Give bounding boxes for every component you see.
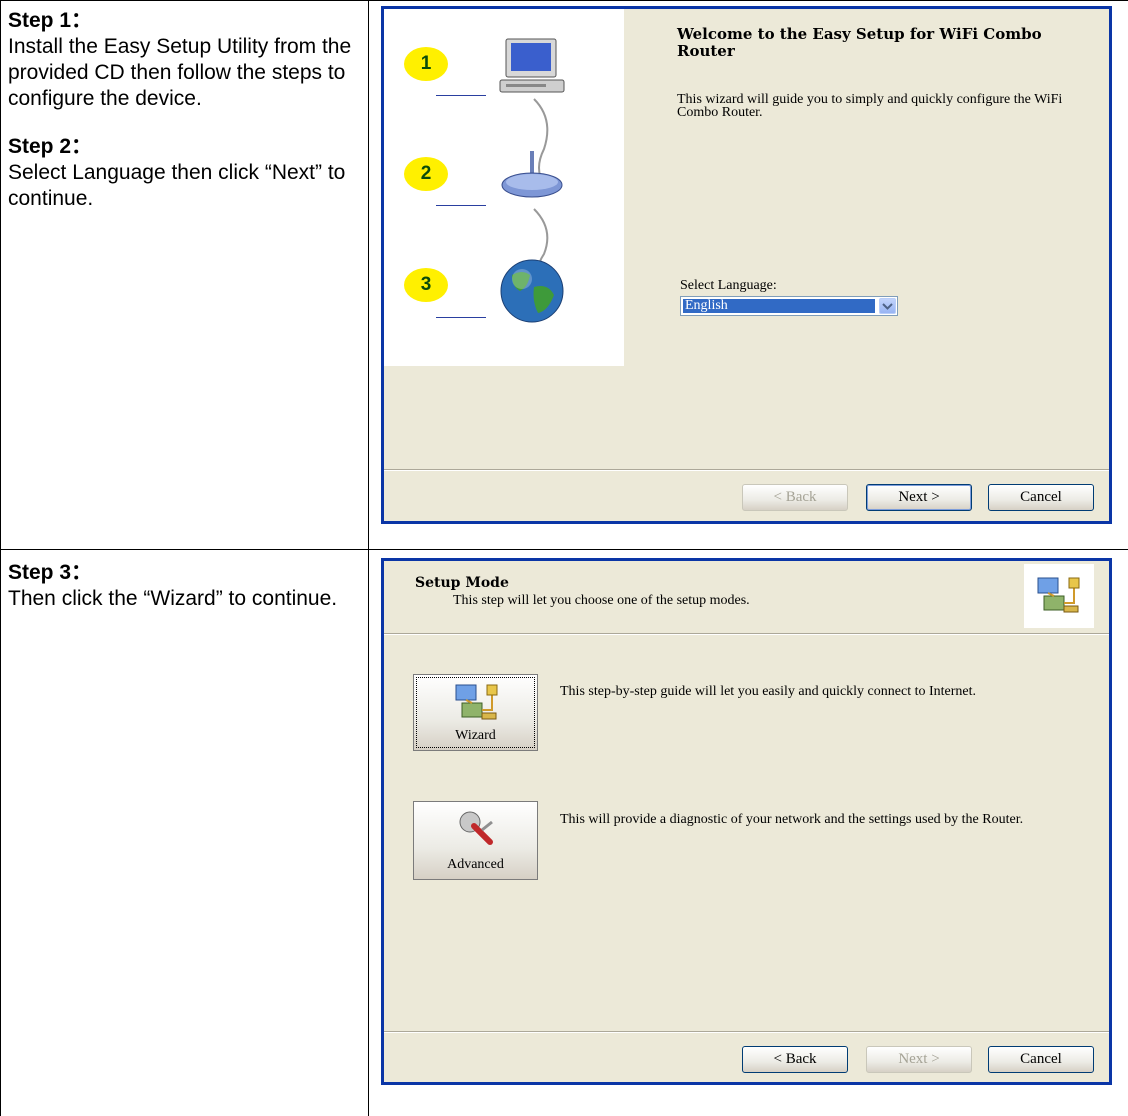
- step-2-text: Select Language then click “Next” to con…: [8, 161, 346, 210]
- step-badge-2: 2: [404, 157, 448, 191]
- advanced-description: This will provide a diagnostic of your n…: [560, 812, 1024, 827]
- table-divider-horizontal: [0, 549, 1128, 550]
- step-3-heading: Step 3：: [8, 561, 93, 584]
- welcome-title: Welcome to the Easy Setup for WiFi Combo…: [677, 25, 1042, 60]
- next-button[interactable]: Next >: [866, 484, 972, 511]
- table-border-left: [0, 0, 1, 1116]
- cancel-button[interactable]: Cancel: [988, 1046, 1094, 1073]
- advanced-mode-button[interactable]: Advanced: [413, 801, 538, 880]
- step-1-heading: Step 1：: [8, 9, 93, 32]
- language-select[interactable]: English: [680, 296, 898, 316]
- setup-mode-title: Setup Mode: [415, 575, 509, 591]
- welcome-description: This wizard will guide you to simply and…: [677, 92, 1063, 120]
- instructions-step-3: Step 3： Then click the “Wizard” to conti…: [8, 560, 363, 612]
- step-badge-3: 3: [404, 268, 448, 302]
- step-2-heading: Step 2：: [8, 135, 93, 158]
- chevron-down-icon[interactable]: [879, 298, 896, 314]
- computer-icon: [499, 38, 565, 93]
- wizard-button-label: Wizard: [455, 728, 496, 743]
- back-button[interactable]: < Back: [742, 484, 848, 511]
- wizard-mode-button[interactable]: Wizard: [413, 674, 538, 751]
- dialog-separator: [384, 1031, 1109, 1033]
- step-1-text: Install the Easy Setup Utility from the …: [8, 35, 352, 110]
- step-badge-1: 1: [404, 47, 448, 81]
- language-label: Select Language:: [680, 278, 777, 293]
- header-separator: [384, 633, 1109, 635]
- wrench-icon: [459, 811, 493, 845]
- setup-mode-dialog: Setup Mode This step will let you choose…: [381, 558, 1112, 1085]
- cancel-button[interactable]: Cancel: [988, 484, 1094, 511]
- setup-mode-subtitle: This step will let you choose one of the…: [453, 593, 750, 608]
- badge-underline-2: [436, 205, 486, 206]
- badge-underline-3: [436, 317, 486, 318]
- router-icon: [501, 151, 563, 198]
- wizard-illustration-panel: 1 2 3: [384, 9, 624, 366]
- advanced-button-label: Advanced: [447, 857, 504, 872]
- back-button[interactable]: < Back: [742, 1046, 848, 1073]
- next-button[interactable]: Next >: [866, 1046, 972, 1073]
- step-3-text: Then click the “Wizard” to continue.: [8, 587, 338, 610]
- language-selected-value: English: [683, 299, 875, 313]
- badge-underline-1: [436, 95, 486, 96]
- network-header-icon-box: [1024, 564, 1094, 628]
- instructions-step-1-2: Step 1： Install the Easy Setup Utility f…: [8, 8, 363, 212]
- dialog-separator: [384, 469, 1109, 471]
- table-border-top: [0, 0, 1128, 1]
- welcome-dialog: 1 2 3 Welcome to the Easy Setup for WiFi…: [381, 6, 1112, 524]
- network-icon: [1037, 577, 1080, 613]
- globe-icon: [500, 259, 564, 323]
- wizard-description: This step-by-step guide will let you eas…: [560, 684, 977, 699]
- network-icon: [455, 684, 498, 720]
- table-divider-vertical: [368, 0, 369, 1116]
